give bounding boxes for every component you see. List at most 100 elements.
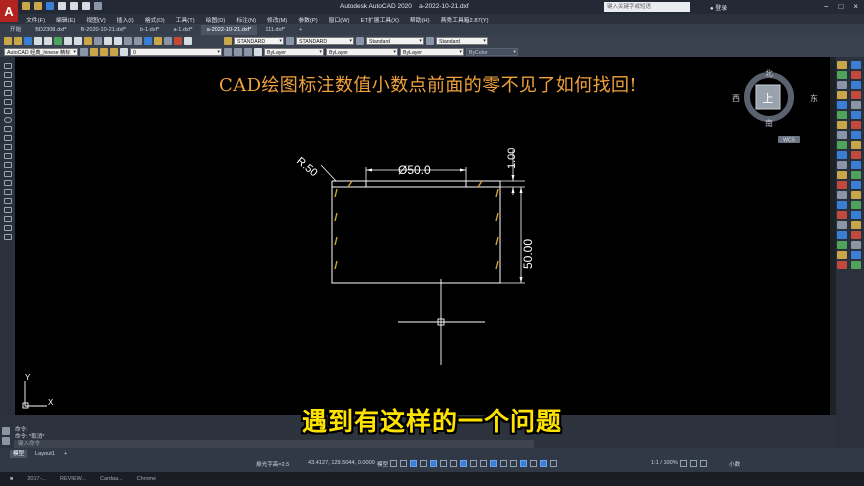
- block-edit-icon[interactable]: [837, 241, 847, 249]
- compass-north[interactable]: 北: [765, 69, 773, 78]
- taskbar-item[interactable]: Chrome: [137, 476, 157, 482]
- redo-icon[interactable]: [114, 36, 122, 45]
- fillet-icon[interactable]: [837, 201, 847, 209]
- tool-palettes-icon[interactable]: [164, 36, 172, 45]
- offset-icon[interactable]: [837, 91, 847, 99]
- taskbar-item[interactable]: Cardaa...: [100, 476, 123, 482]
- table-icon[interactable]: [3, 216, 12, 222]
- annotation-visibility-icon[interactable]: [520, 460, 527, 467]
- dim-arc-icon[interactable]: [851, 81, 861, 89]
- auto-scale-icon[interactable]: [530, 460, 537, 467]
- doc-tab-start[interactable]: 开始: [4, 25, 27, 35]
- undo-icon[interactable]: [82, 2, 90, 10]
- cursor-coordinates[interactable]: 43.4127, 129.5044, 0.0000: [308, 460, 375, 466]
- annotation-scale-icon[interactable]: [540, 460, 547, 467]
- save-as-icon[interactable]: [58, 2, 66, 10]
- snap-toggle-icon[interactable]: [400, 460, 407, 467]
- tab-layout1[interactable]: Layout1: [32, 450, 58, 458]
- add-layout-button[interactable]: +: [61, 450, 70, 458]
- layer-lock-icon[interactable]: [120, 47, 128, 56]
- menu-modify[interactable]: 修改(M): [267, 15, 287, 24]
- ortho-toggle-icon[interactable]: [410, 460, 417, 467]
- units-select[interactable]: 小数: [729, 460, 740, 468]
- drawing-canvas[interactable]: Ø50.0 50.00 1.00 R.50 Y X 上 北 南 东 西 WCS: [15, 57, 830, 415]
- selection-filter-icon[interactable]: [500, 460, 507, 467]
- properties-icon[interactable]: [144, 36, 152, 45]
- rotate-icon[interactable]: [837, 121, 847, 129]
- ordinate-icon[interactable]: [851, 221, 861, 229]
- grid-toggle-icon[interactable]: [390, 460, 397, 467]
- linetype-select[interactable]: ByLayer: [326, 47, 398, 56]
- isolate-objects-icon[interactable]: [700, 460, 707, 467]
- copy-object-icon[interactable]: [837, 71, 847, 79]
- workspace-switch-icon[interactable]: [550, 460, 557, 467]
- layer-previous-icon[interactable]: [234, 47, 242, 56]
- explode-icon[interactable]: [837, 211, 847, 219]
- color-select[interactable]: ByLayer: [264, 47, 324, 56]
- open-icon[interactable]: [14, 36, 22, 45]
- copy-icon[interactable]: [74, 36, 82, 45]
- calculator-icon[interactable]: [174, 36, 182, 45]
- hatch-icon[interactable]: [3, 189, 12, 195]
- undo-icon[interactable]: [104, 36, 112, 45]
- doc-tab[interactable]: BD2308.dxf*: [29, 25, 72, 35]
- rectangle-icon[interactable]: [3, 99, 12, 105]
- selection-cycling-icon[interactable]: [470, 460, 477, 467]
- search-input[interactable]: 键入关键字或短语: [604, 2, 690, 12]
- menu-insert[interactable]: 插入(I): [117, 15, 134, 24]
- dim-text-edit-icon[interactable]: [851, 181, 861, 189]
- make-current-icon[interactable]: [224, 47, 232, 56]
- multileader-style-select[interactable]: Standard: [436, 36, 488, 45]
- taskbar-start-icon[interactable]: ■: [10, 476, 13, 482]
- redo-icon[interactable]: [94, 2, 102, 10]
- preview-icon[interactable]: [44, 36, 52, 45]
- doc-tab[interactable]: 111.dxf*: [259, 25, 291, 35]
- array-icon[interactable]: [837, 101, 847, 109]
- tab-model[interactable]: 模型: [10, 450, 28, 458]
- menu-format[interactable]: 格式(O): [145, 15, 165, 24]
- menu-view[interactable]: 视图(V): [86, 15, 105, 24]
- region-icon[interactable]: [3, 207, 12, 213]
- doc-tab[interactable]: B-2020-10-21.dxf*: [75, 25, 132, 35]
- new-icon[interactable]: [4, 36, 12, 45]
- move-icon[interactable]: [837, 111, 847, 119]
- arc-icon[interactable]: [3, 108, 12, 114]
- gradient-icon[interactable]: [3, 198, 12, 204]
- dynamic-ucs-icon[interactable]: [490, 460, 497, 467]
- construction-line-icon[interactable]: [3, 72, 12, 78]
- workspace-select[interactable]: AutoCAD 经典_hinese 精标: [4, 47, 78, 56]
- list-icon[interactable]: [837, 261, 847, 269]
- dim-continue-icon[interactable]: [851, 141, 861, 149]
- dim-angular-icon[interactable]: [851, 111, 861, 119]
- dim-radius-icon[interactable]: [851, 91, 861, 99]
- taskbar-item[interactable]: 2017-...: [27, 476, 46, 482]
- trim-icon[interactable]: [837, 151, 847, 159]
- print-icon[interactable]: [70, 2, 78, 10]
- menu-window[interactable]: 窗口(W): [329, 15, 350, 24]
- mtext-icon[interactable]: [3, 225, 12, 231]
- id-point-icon[interactable]: [851, 261, 861, 269]
- view-cube[interactable]: 上 北 南 东 西 WCS: [732, 69, 818, 144]
- osnap-toggle-icon[interactable]: [430, 460, 437, 467]
- line-tool-icon[interactable]: [3, 63, 12, 69]
- revision-cloud-icon[interactable]: [3, 126, 12, 132]
- workspace-gear-icon[interactable]: [680, 460, 687, 467]
- dim-style-icon[interactable]: [851, 201, 861, 209]
- dim-update-icon[interactable]: [851, 191, 861, 199]
- pan-icon[interactable]: [124, 36, 132, 45]
- make-block-icon[interactable]: [3, 171, 12, 177]
- model-space-button[interactable]: 模型: [377, 460, 388, 468]
- layer-select[interactable]: 0: [130, 47, 222, 56]
- new-tab-button[interactable]: +: [293, 25, 308, 35]
- area-icon[interactable]: [851, 251, 861, 259]
- layer-state-icon[interactable]: [244, 47, 252, 56]
- lineweight-select[interactable]: ByLayer: [400, 47, 464, 56]
- maximize-button[interactable]: □: [838, 2, 843, 11]
- layer-icon[interactable]: [837, 231, 847, 239]
- dim-diameter-icon[interactable]: [851, 101, 861, 109]
- close-button[interactable]: ×: [853, 2, 858, 11]
- save-icon[interactable]: [24, 36, 32, 45]
- new-file-icon[interactable]: [22, 2, 30, 10]
- save-icon[interactable]: [46, 2, 54, 10]
- point-icon[interactable]: [3, 180, 12, 186]
